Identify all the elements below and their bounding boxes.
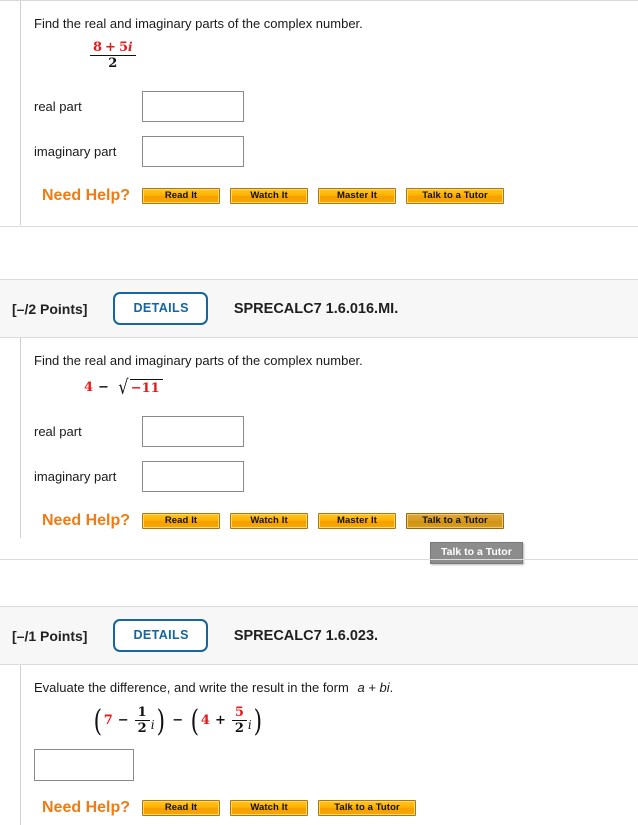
answer-label-imaginary-part-2: imaginary part [34, 468, 117, 484]
answer-row-imaginary-part-1: imaginary part [34, 135, 638, 167]
watch-it-button-1[interactable]: Watch It [230, 187, 309, 204]
expression-term-2: 4 [84, 380, 94, 396]
expression-operator-2: − [98, 380, 109, 396]
talk-to-a-tutor-button-1[interactable]: Talk to a Tutor [406, 187, 505, 204]
group1-operator: − [117, 713, 129, 729]
prompt-form-3: a + bi [357, 680, 390, 695]
question-header-2: . [–/2 Points] DETAILS SPRECALC7 1.6.016… [0, 279, 638, 338]
need-help-row-3: Need Help? Read It Watch It Talk to a Tu… [34, 799, 638, 817]
question-code-3: SPRECALC7 1.6.023. [233, 627, 379, 644]
question-body-1: Find the real and imaginary parts of the… [20, 1, 638, 225]
question-index-marker-3: . [0, 628, 4, 644]
master-it-button-1[interactable]: Master It [318, 187, 397, 204]
group1-term: 7 [103, 713, 113, 729]
question-code-2: SPRECALC7 1.6.016.MI. [233, 300, 399, 317]
question-divider-2 [0, 559, 638, 560]
question-block-2: . [–/2 Points] DETAILS SPRECALC7 1.6.016… [0, 279, 638, 538]
real-part-input-1[interactable] [142, 90, 244, 122]
answer-row-real-part-1: real part [34, 90, 638, 122]
group1-imaginary-unit: i [150, 717, 155, 732]
need-help-label-1: Need Help? [42, 186, 131, 204]
group2-fraction-denominator: 2 [234, 721, 244, 737]
numerator-operator: + [105, 39, 116, 55]
imaginary-part-input-2[interactable] [142, 460, 244, 492]
master-it-button-2[interactable]: Master It [318, 512, 397, 529]
group1-fraction-numerator: 1 [137, 704, 147, 720]
math-expression-1: 8 +5i 2 [89, 39, 638, 73]
imaginary-unit: i [128, 39, 133, 54]
question-header-3: . [–/1 Points] DETAILS SPRECALC7 1.6.023… [0, 606, 638, 665]
question-body-2: Find the real and imaginary parts of the… [20, 338, 638, 538]
real-part-input-2[interactable] [142, 415, 244, 447]
question-divider-1 [0, 226, 638, 227]
radicand-2: −11 [129, 379, 163, 396]
fraction-numerator-1: 8 +5i [90, 41, 136, 55]
need-help-row-1: Need Help? Read It Watch It Master It Ta… [34, 187, 638, 205]
answer-label-real-part-1: real part [34, 98, 82, 114]
read-it-button-3[interactable]: Read It [142, 799, 221, 816]
question-block-1: Find the real and imaginary parts of the… [0, 1, 638, 225]
fraction-denominator-1: 2 [108, 56, 118, 72]
details-button-2[interactable]: DETAILS [113, 292, 208, 325]
read-it-button-2[interactable]: Read It [142, 512, 221, 529]
answer-row-imaginary-part-2: imaginary part [34, 460, 638, 492]
math-expression-2: 4 − √ −11 [84, 376, 638, 400]
watch-it-button-2[interactable]: Watch It [230, 512, 309, 529]
talk-to-a-tutor-button-2[interactable]: Talk to a Tutor [406, 512, 505, 529]
answer-input-3[interactable] [34, 748, 134, 781]
question-prompt-3: Evaluate the difference, and write the r… [34, 679, 638, 697]
group2-imaginary-unit: i [247, 717, 252, 732]
fraction-group1: 1 2 [134, 704, 150, 737]
need-help-label-2: Need Help? [42, 511, 131, 529]
group2-operator: + [214, 713, 226, 729]
answer-label-real-part-2: real part [34, 423, 82, 439]
answer-row-3 [34, 748, 638, 781]
talk-to-a-tutor-button-3[interactable]: Talk to a Tutor [318, 799, 417, 816]
math-expression-3: ( 7 − 1 2 i ) − ( 4 + 5 2 i ) [93, 703, 262, 739]
numerator-term-a: 8 [93, 39, 103, 55]
question-block-3: . [–/1 Points] DETAILS SPRECALC7 1.6.023… [0, 606, 638, 825]
question-index-marker-2: . [0, 301, 4, 317]
question-prompt-1: Find the real and imaginary parts of the… [34, 16, 363, 31]
need-help-label-3: Need Help? [42, 798, 131, 816]
question-prompt-2: Find the real and imaginary parts of the… [34, 353, 363, 368]
question-body-3: Evaluate the difference, and write the r… [20, 665, 638, 825]
tooltip-talk-to-a-tutor: Talk to a Tutor [430, 542, 523, 564]
numerator-term-b: 5 [118, 39, 128, 55]
fraction-1: 8 +5i 2 [90, 41, 136, 72]
answer-row-real-part-2: real part [34, 415, 638, 447]
answer-label-imaginary-part-1: imaginary part [34, 143, 117, 159]
prompt-text-3: Evaluate the difference, and write the r… [34, 680, 349, 695]
group1-fraction-denominator: 2 [137, 721, 147, 737]
prompt-end-3: . [389, 680, 394, 695]
radical-sign-icon: √ [118, 375, 129, 400]
question-points-2: [–/2 Points] [12, 300, 88, 317]
imaginary-part-input-1[interactable] [142, 135, 244, 167]
middle-operator: − [172, 713, 184, 729]
question-points-3: [–/1 Points] [12, 627, 88, 644]
details-button-3[interactable]: DETAILS [113, 619, 208, 652]
read-it-button-1[interactable]: Read It [142, 187, 221, 204]
group2-term: 4 [200, 713, 210, 729]
radical-2: √ −11 [117, 375, 163, 400]
group2-fraction-numerator: 5 [234, 704, 244, 720]
fraction-group2: 5 2 [231, 704, 247, 737]
need-help-row-2: Need Help? Read It Watch It Master It Ta… [34, 512, 638, 530]
watch-it-button-3[interactable]: Watch It [230, 799, 309, 816]
